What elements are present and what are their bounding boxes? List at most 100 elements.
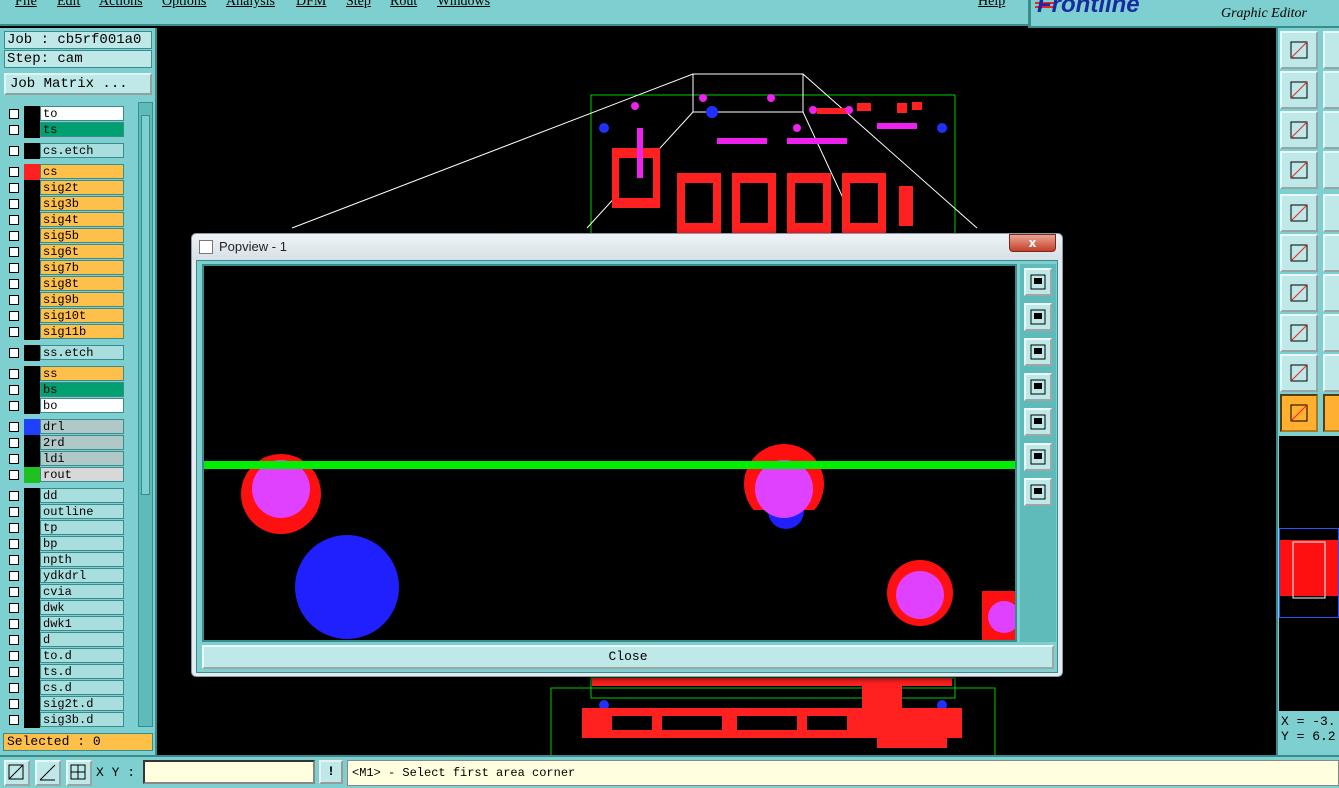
layer-name[interactable]: dd (40, 488, 124, 503)
layer-name[interactable]: sig11b (40, 324, 124, 339)
tool-button[interactable] (1323, 31, 1339, 69)
menu-options[interactable]: Options (162, 0, 206, 10)
layer-name[interactable]: bp (40, 536, 124, 551)
layer-checkbox[interactable] (9, 438, 19, 448)
layer-color-swatch[interactable] (24, 504, 40, 520)
popview-tool-button[interactable] (1024, 373, 1052, 401)
tool-button[interactable] (1323, 314, 1339, 352)
layer-checkbox[interactable] (9, 327, 19, 337)
layer-name[interactable]: sig9b (40, 292, 124, 307)
layer-checkbox[interactable] (9, 715, 19, 725)
layer-name[interactable]: drl (40, 419, 124, 434)
layer-color-swatch[interactable] (24, 648, 40, 664)
layer-checkbox[interactable] (9, 587, 19, 597)
layer-row[interactable]: sig3b.d (4, 712, 128, 728)
layer-color-swatch[interactable] (24, 435, 40, 451)
xy-input[interactable] (143, 760, 315, 784)
tool-button[interactable] (1280, 394, 1318, 432)
menu-dfm[interactable]: DFM (296, 0, 326, 10)
layer-name[interactable]: sig6t (40, 244, 124, 259)
layer-name[interactable]: ydkdrl (40, 568, 124, 583)
layer-checkbox[interactable] (9, 667, 19, 677)
layer-row[interactable]: bp (4, 536, 128, 552)
layer-checkbox[interactable] (9, 279, 19, 289)
layer-color-swatch[interactable] (24, 308, 40, 324)
layer-list-scrollbar[interactable] (138, 102, 153, 727)
layer-row[interactable]: tp (4, 520, 128, 536)
layer-checkbox[interactable] (9, 523, 19, 533)
menu-windows[interactable]: Windows (437, 0, 490, 10)
layer-row[interactable]: sig2t.d (4, 696, 128, 712)
popview-tool-button[interactable] (1024, 443, 1052, 471)
layer-color-swatch[interactable] (24, 180, 40, 196)
layer-color-swatch[interactable] (24, 616, 40, 632)
layer-row[interactable]: d (4, 632, 128, 648)
layer-name[interactable]: to (40, 106, 124, 121)
layer-row[interactable]: 2rd (4, 435, 128, 451)
layer-color-swatch[interactable] (24, 244, 40, 260)
layer-checkbox[interactable] (9, 125, 19, 135)
tool-button[interactable] (1323, 234, 1339, 272)
layer-checkbox[interactable] (9, 401, 19, 411)
measure-button[interactable] (35, 760, 61, 786)
layer-name[interactable]: rout (40, 467, 124, 482)
layer-color-swatch[interactable] (24, 292, 40, 308)
grid-button[interactable] (66, 760, 92, 786)
layer-checkbox[interactable] (9, 635, 19, 645)
layer-name[interactable]: 2rd (40, 435, 124, 450)
popview-tool-button[interactable] (1024, 408, 1052, 436)
tool-button[interactable] (1323, 151, 1339, 189)
layer-name[interactable]: cs.d (40, 680, 124, 695)
tool-button[interactable] (1280, 151, 1318, 189)
menu-analysis[interactable]: Analysis (226, 0, 275, 10)
layer-checkbox[interactable] (9, 231, 19, 241)
layer-color-swatch[interactable] (24, 212, 40, 228)
layer-color-swatch[interactable] (24, 600, 40, 616)
layer-checkbox[interactable] (9, 571, 19, 581)
layer-row[interactable]: cvia (4, 584, 128, 600)
layer-color-swatch[interactable] (24, 451, 40, 467)
popview-tool-button[interactable] (1024, 478, 1052, 506)
layer-checkbox[interactable] (9, 146, 19, 156)
popview-tool-button[interactable] (1024, 303, 1052, 331)
layer-name[interactable]: sig3b.d (40, 712, 124, 727)
layer-color-swatch[interactable] (24, 696, 40, 712)
layer-row[interactable]: ts (4, 122, 128, 138)
layer-row[interactable]: sig5b (4, 228, 128, 244)
layer-name[interactable]: sig7b (40, 260, 124, 275)
layer-checkbox[interactable] (9, 491, 19, 501)
layer-row[interactable]: sig4t (4, 212, 128, 228)
layer-color-swatch[interactable] (24, 584, 40, 600)
layer-row[interactable]: sig8t (4, 276, 128, 292)
popview-canvas[interactable] (202, 264, 1017, 642)
tool-button[interactable] (1323, 194, 1339, 232)
layer-name[interactable]: sig2t (40, 180, 124, 195)
layer-row[interactable]: dwk1 (4, 616, 128, 632)
layer-name[interactable]: dwk1 (40, 616, 124, 631)
layer-row[interactable]: sig10t (4, 308, 128, 324)
layer-name[interactable]: tp (40, 520, 124, 535)
layer-checkbox[interactable] (9, 247, 19, 257)
layer-row[interactable]: to.d (4, 648, 128, 664)
alert-button[interactable]: ! (319, 760, 343, 784)
layer-name[interactable]: sig3b (40, 196, 124, 211)
layer-color-swatch[interactable] (24, 106, 40, 122)
layer-name[interactable]: ts (40, 122, 124, 137)
layer-name[interactable]: ss.etch (40, 345, 124, 360)
layer-row[interactable]: sig11b (4, 324, 128, 340)
layer-name[interactable]: cs (40, 164, 124, 179)
layer-checkbox[interactable] (9, 199, 19, 209)
layer-name[interactable]: outline (40, 504, 124, 519)
layer-name[interactable]: sig2t.d (40, 696, 124, 711)
tool-button[interactable] (1280, 234, 1318, 272)
menu-help[interactable]: Help (978, 0, 1005, 10)
layer-name[interactable]: sig8t (40, 276, 124, 291)
dialog-titlebar[interactable]: Popview - 1 x (192, 234, 1062, 260)
layer-row[interactable]: bo (4, 398, 128, 414)
layer-checkbox[interactable] (9, 385, 19, 395)
layer-name[interactable]: ldi (40, 451, 124, 466)
layer-name[interactable]: npth (40, 552, 124, 567)
layer-name[interactable]: bs (40, 382, 124, 397)
tool-button[interactable] (1280, 274, 1318, 312)
close-window-button[interactable]: x (1009, 234, 1056, 252)
